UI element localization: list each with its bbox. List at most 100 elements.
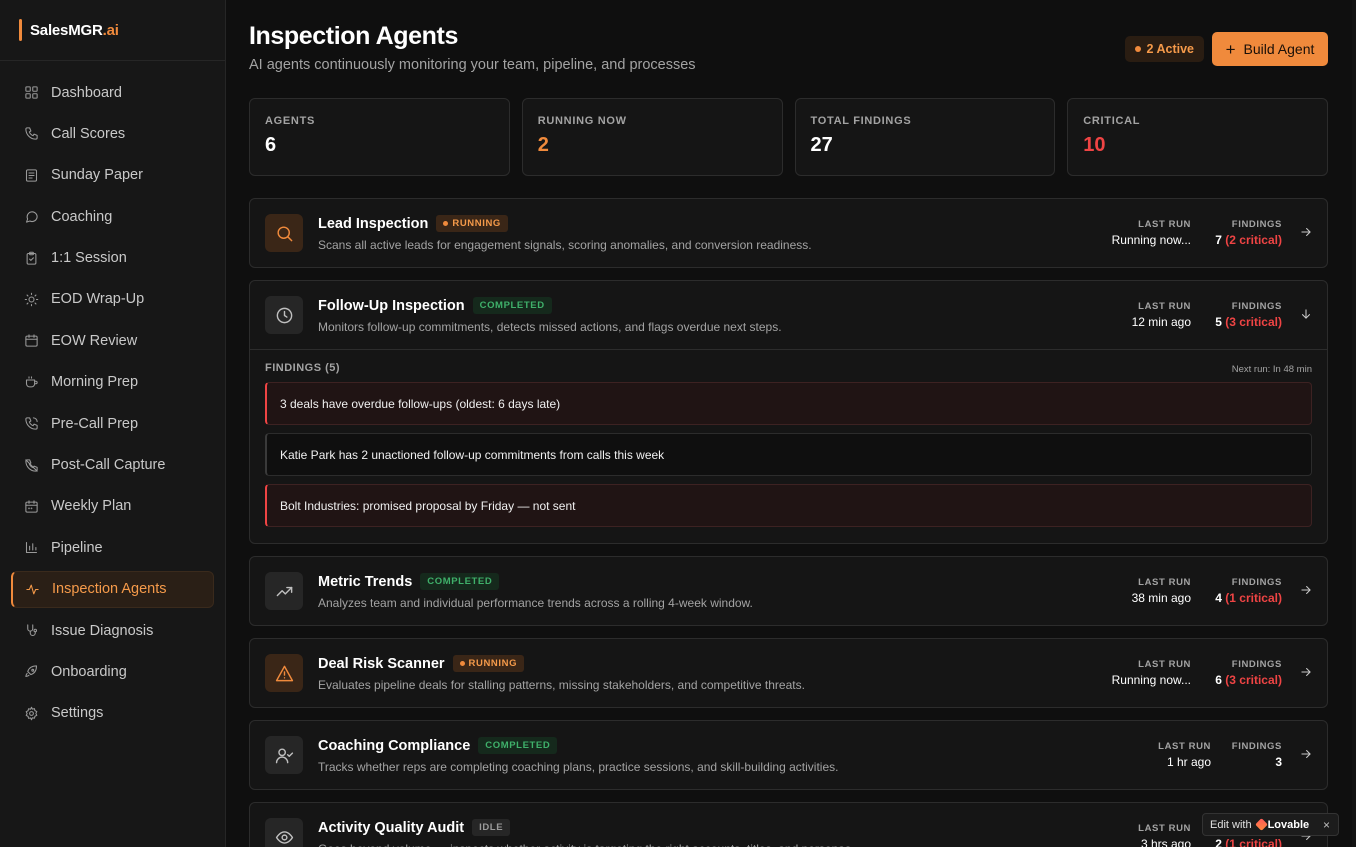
agent-info: Metric Trends COMPLETED Analyzes team and …	[318, 573, 753, 610]
findings-summary: FINDINGS 3	[1232, 741, 1282, 769]
agent-header[interactable]: Lead Inspection RUNNING Scans all active l…	[250, 199, 1327, 267]
findings-count: 3	[1275, 755, 1282, 769]
status-dot-icon	[1134, 46, 1141, 52]
sidebar-item-label: EOW Review	[51, 332, 138, 349]
eye-icon	[265, 818, 303, 847]
brand-logo[interactable]: SalesMGR.ai	[30, 22, 119, 39]
last-run-label: LAST RUN	[1138, 577, 1191, 588]
brand-suffix: .ai	[102, 21, 119, 39]
sidebar-item-label: Onboarding	[51, 663, 127, 680]
stats-row: AGENTS 6 RUNNING NOW 2 TOTAL FINDINGS 27 CRITI…	[249, 98, 1328, 176]
finding-item[interactable]: Katie Park has 2 unactioned follow-up co…	[265, 433, 1312, 476]
finding-item[interactable]: 3 deals have overdue follow-ups (oldest:…	[265, 382, 1312, 425]
arrow-down-icon[interactable]	[1299, 307, 1313, 321]
agent-description: Evaluates pipeline deals for stalling pa…	[318, 678, 805, 692]
status-badge-label: RUNNING	[452, 218, 501, 229]
sidebar: SalesMGR.ai Dashboard Call Scores Sunday P…	[0, 0, 226, 847]
last-run-label: LAST RUN	[1138, 659, 1191, 670]
sidebar-item-post-call-capture[interactable]: Post-Call Capture	[11, 447, 214, 484]
arrow-right-icon[interactable]	[1299, 583, 1313, 597]
status-badge-label: IDLE	[479, 822, 504, 833]
clipboard-icon	[23, 250, 39, 266]
last-run-label: LAST RUN	[1138, 219, 1191, 230]
findings-panel: FINDINGS (5) Next run: In 48 min 3 deals h…	[250, 349, 1327, 543]
edit-with-lovable-badge[interactable]: Edit with Lovable ×	[1202, 813, 1339, 836]
arrow-right-icon[interactable]	[1299, 747, 1313, 761]
sidebar-item-coaching[interactable]: Coaching	[11, 198, 214, 235]
last-run-value: 1 hr ago	[1166, 755, 1211, 769]
stat-value: 27	[810, 134, 833, 156]
status-badge-label: COMPLETED	[485, 740, 551, 751]
status-badge: COMPLETED	[472, 297, 552, 314]
main-content: Inspection Agents AI agents continuously…	[249, 0, 1328, 847]
sidebar-item-eod-wrap-up[interactable]: EOD Wrap-Up	[11, 281, 214, 318]
stat-label: AGENTS	[265, 115, 316, 127]
calendar-days-icon	[23, 498, 39, 514]
close-icon[interactable]: ×	[1323, 818, 1330, 832]
sidebar-item-label: Dashboard	[51, 84, 122, 101]
sidebar-item-dashboard[interactable]: Dashboard	[11, 74, 214, 111]
status-badge: COMPLETED	[420, 573, 500, 590]
last-run: LAST RUN 1 hr ago	[1158, 741, 1211, 769]
sidebar-item-1-1-session[interactable]: 1:1 Session	[11, 240, 214, 277]
sidebar-item-sunday-paper[interactable]: Sunday Paper	[11, 157, 214, 194]
findings-critical: (1 critical)	[1225, 837, 1282, 847]
sidebar-item-issue-diagnosis[interactable]: Issue Diagnosis	[11, 612, 214, 649]
build-agent-label: Build Agent	[1243, 41, 1315, 57]
sidebar-item-settings[interactable]: Settings	[11, 695, 214, 732]
stat-value: 2	[537, 134, 549, 156]
page-subtitle: AI agents continuously monitoring your t…	[249, 57, 696, 73]
bar-chart-icon	[23, 540, 39, 556]
agent-list: Lead Inspection RUNNING Scans all active l…	[249, 198, 1328, 847]
agent-description: Analyzes team and individual performance…	[318, 596, 753, 610]
agent-name: Coaching Compliance	[318, 737, 471, 754]
sidebar-item-inspection-agents[interactable]: Inspection Agents	[11, 570, 214, 608]
coffee-icon	[23, 374, 39, 390]
rocket-icon	[23, 664, 39, 680]
finding-item[interactable]: Bolt Industries: promised proposal by Fr…	[265, 484, 1312, 527]
sidebar-item-call-scores[interactable]: Call Scores	[11, 115, 214, 152]
calendar-icon	[23, 333, 39, 349]
page-header: Inspection Agents AI agents continuously…	[249, 0, 1328, 98]
last-run: LAST RUN Running now...	[1112, 659, 1191, 687]
build-agent-button[interactable]: + Build Agent	[1212, 32, 1328, 66]
agent-description: Tracks whether reps are completing coach…	[318, 760, 839, 774]
sidebar-item-pipeline[interactable]: Pipeline	[11, 529, 214, 566]
phone-icon	[23, 126, 39, 142]
findings-summary: FINDINGS 5 (3 critical)	[1215, 301, 1282, 329]
stethoscope-icon	[23, 623, 39, 639]
scrollbar[interactable]	[1352, 0, 1356, 847]
agent-name: Activity Quality Audit	[318, 819, 465, 836]
last-run: LAST RUN 38 min ago	[1132, 577, 1191, 605]
agent-header[interactable]: Coaching Compliance COMPLETED Tracks wheth…	[250, 721, 1327, 789]
stat-value: 10	[1083, 134, 1106, 156]
finding-text: Bolt Industries: promised proposal by Fr…	[280, 498, 576, 513]
last-run-value: 3 hrs ago	[1140, 837, 1191, 847]
last-run: LAST RUN Running now...	[1112, 219, 1191, 247]
agent-header[interactable]: Metric Trends COMPLETED Analyzes team and …	[250, 557, 1327, 625]
sidebar-item-label: Pre-Call Prep	[51, 415, 139, 432]
status-badge: COMPLETED	[478, 737, 558, 754]
agent-description: Scans all active leads for engagement si…	[318, 238, 812, 252]
arrow-right-icon[interactable]	[1299, 665, 1313, 679]
arrow-right-icon[interactable]	[1299, 225, 1313, 239]
agent-card-metric-trends: Metric Trends COMPLETED Analyzes team and …	[249, 556, 1328, 626]
agent-name: Lead Inspection	[318, 215, 429, 232]
agent-header[interactable]: Follow-Up Inspection COMPLETED Monitors fo…	[250, 281, 1327, 349]
last-run-label: LAST RUN	[1138, 823, 1191, 834]
active-count-label: 2 Active	[1146, 42, 1194, 56]
findings-critical: (3 critical)	[1225, 673, 1282, 687]
sidebar-item-weekly-plan[interactable]: Weekly Plan	[11, 488, 214, 525]
agent-header[interactable]: Activity Quality Audit IDLE Goes beyond vo…	[250, 803, 1327, 847]
sidebar-item-morning-prep[interactable]: Morning Prep	[11, 364, 214, 401]
sidebar-item-onboarding[interactable]: Onboarding	[11, 653, 214, 690]
agent-description: Goes beyond volume — inspects whether ac…	[318, 842, 854, 847]
last-run-value: 38 min ago	[1131, 591, 1191, 605]
agent-info: Deal Risk Scanner RUNNING Evaluates pipeli…	[318, 655, 805, 692]
sidebar-item-eow-review[interactable]: EOW Review	[11, 322, 214, 359]
sidebar-item-pre-call-prep[interactable]: Pre-Call Prep	[11, 405, 214, 442]
active-count-badge: 2 Active	[1124, 36, 1204, 62]
agent-info: Follow-Up Inspection COMPLETED Monitors fo…	[318, 297, 782, 334]
agent-header[interactable]: Deal Risk Scanner RUNNING Evaluates pipeli…	[250, 639, 1327, 707]
findings-label: FINDINGS	[1231, 577, 1282, 588]
